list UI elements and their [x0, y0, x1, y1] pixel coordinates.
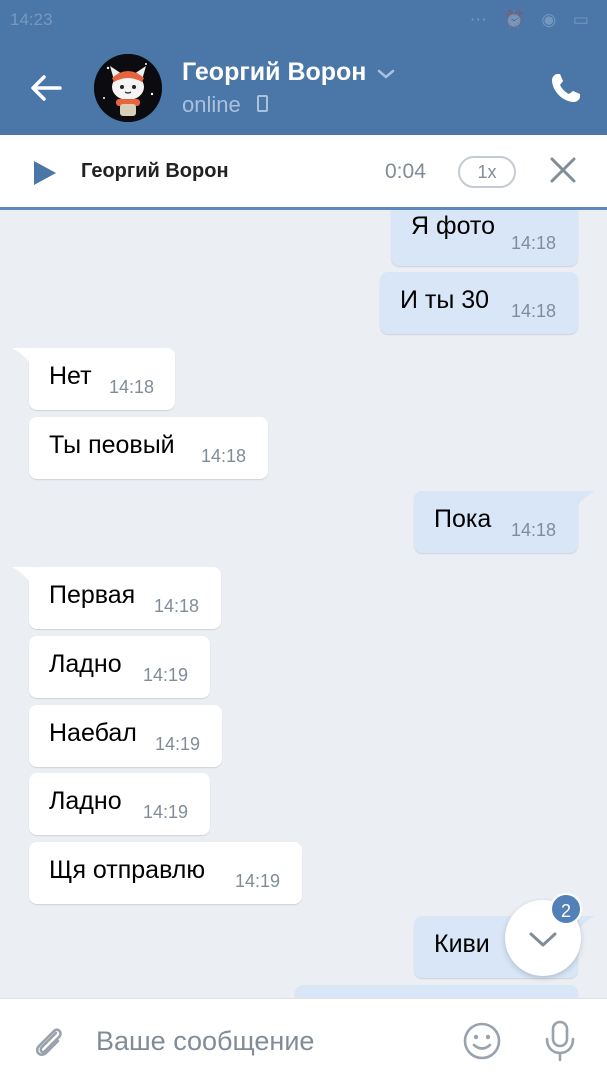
message-text: Нет — [49, 362, 92, 390]
message-bubble-outgoing[interactable]: Я фото 14:18 — [391, 210, 578, 266]
message-bubble-incoming[interactable]: Нет 14:18 — [29, 348, 175, 410]
smile-icon[interactable] — [462, 1021, 502, 1061]
message-time: 14:19 — [235, 871, 281, 891]
message-time: 14:18 — [511, 301, 557, 321]
message-text: Наебал — [49, 719, 137, 747]
message-bubble-incoming[interactable]: Ты пеовый 14:18 — [29, 417, 268, 479]
player-track-name: Георгий Ворон — [81, 160, 229, 182]
contact-status: online — [182, 92, 241, 117]
message-time: 14:18 — [109, 377, 155, 397]
message-bubble-incoming[interactable]: Ладно 14:19 — [29, 636, 210, 698]
audio-player: Георгий Ворон 0:04 1x — [0, 135, 607, 210]
status-bar: 14:23 ⋯ ⏰ ◉ ▭ — [0, 0, 607, 40]
player-time: 0:04 — [385, 160, 426, 183]
message-input-bar — [0, 998, 607, 1080]
message-bubble-outgoing[interactable]: И ты 30 14:18 — [380, 272, 578, 334]
avatar[interactable] — [94, 54, 162, 122]
message-time: 14:18 — [511, 233, 557, 253]
message-bubble-incoming[interactable]: Щя отправлю 14:19 — [29, 842, 302, 904]
play-icon[interactable] — [32, 159, 58, 187]
message-text: Первая — [49, 581, 136, 609]
message-time: 14:18 — [201, 446, 247, 466]
message-bubble-outgoing[interactable] — [295, 985, 578, 998]
message-time: 14:19 — [143, 665, 189, 685]
message-text: Щя отправлю — [49, 856, 206, 884]
chevron-down-icon[interactable] — [375, 66, 397, 82]
message-text: Ты пеовый — [49, 431, 175, 459]
message-bubble-incoming[interactable]: Наебал 14:19 — [29, 705, 222, 767]
chat-header: Георгий Ворон online — [0, 40, 607, 135]
message-bubble-incoming[interactable]: Первая 14:18 — [29, 567, 221, 629]
message-time: 14:19 — [143, 802, 189, 822]
message-text: Я фото — [411, 212, 495, 240]
message-bubble-outgoing[interactable]: Пока 14:18 — [414, 491, 578, 553]
message-input[interactable] — [96, 1019, 436, 1063]
status-time: 14:23 — [10, 10, 53, 29]
paperclip-icon[interactable] — [28, 1021, 68, 1061]
message-text: И ты 30 — [400, 286, 490, 314]
unread-count-badge: 2 — [550, 893, 582, 925]
message-time: 14:19 — [155, 734, 201, 754]
message-text: Пока — [434, 505, 492, 533]
message-text: Киви — [434, 930, 490, 958]
message-text: Ладно — [49, 650, 122, 678]
message-time: 14:18 — [511, 520, 557, 540]
back-arrow-icon[interactable] — [26, 68, 66, 108]
mobile-device-icon — [257, 95, 268, 112]
microphone-icon[interactable] — [543, 1019, 577, 1063]
message-text: Ладно — [49, 787, 122, 815]
playback-speed-button[interactable]: 1x — [458, 156, 516, 188]
contact-name[interactable]: Георгий Ворон — [182, 58, 366, 87]
message-time: 14:18 — [154, 596, 200, 616]
close-icon[interactable] — [548, 155, 578, 185]
message-list[interactable]: Я фото 14:18 И ты 30 14:18 Нет 14:18 Ты … — [0, 210, 607, 998]
avatar-cat-icon — [94, 54, 162, 122]
message-bubble-incoming[interactable]: Ладно 14:19 — [29, 773, 210, 835]
status-icons: ⋯ ⏰ ◉ ▭ — [469, 10, 595, 29]
phone-icon[interactable] — [548, 70, 584, 106]
